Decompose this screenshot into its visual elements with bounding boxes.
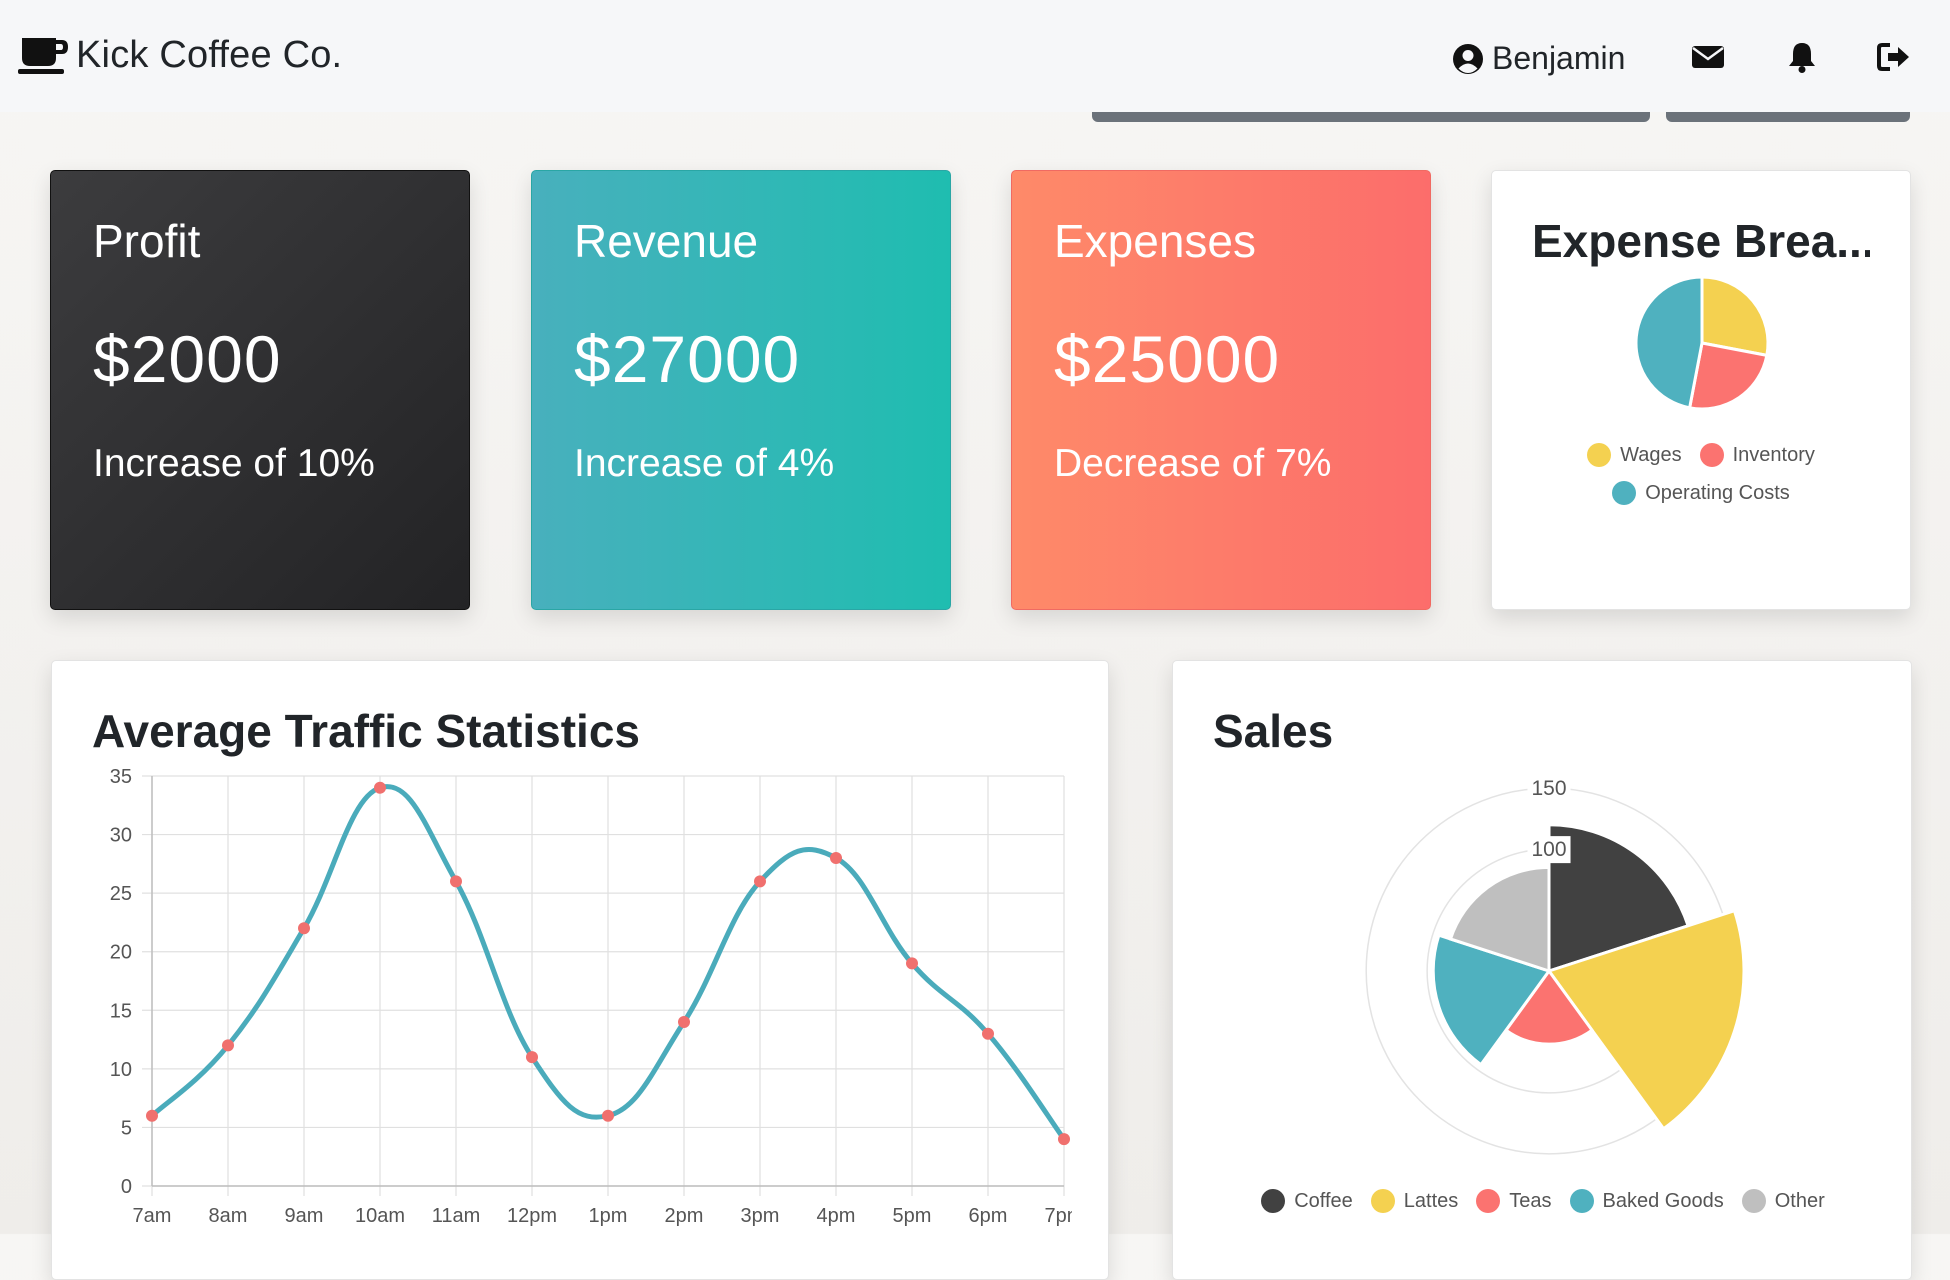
legend-swatch bbox=[1476, 1189, 1501, 1213]
x-tick-label: 6pm bbox=[969, 1205, 1008, 1227]
expense-legend-wages[interactable]: Wages bbox=[1587, 443, 1682, 467]
sales-card: Sales 100 150 Coffee Lattes Teas Baked Goods… bbox=[1172, 660, 1912, 1280]
envelope-icon[interactable] bbox=[1690, 40, 1726, 74]
traffic-point-10am[interactable] bbox=[374, 781, 386, 794]
traffic-point-3pm[interactable] bbox=[754, 875, 766, 888]
sales-legend-teas[interactable]: Teas bbox=[1476, 1189, 1552, 1213]
sign-out-icon[interactable] bbox=[1876, 40, 1912, 74]
x-tick-label: 7pm bbox=[1045, 1205, 1072, 1227]
nav-tab-hint[interactable] bbox=[1092, 112, 1650, 122]
y-tick-label: 10 bbox=[110, 1059, 132, 1081]
x-tick-label: 7am bbox=[133, 1205, 172, 1227]
traffic-point-8am[interactable] bbox=[222, 1039, 234, 1052]
legend-label: Other bbox=[1774, 1189, 1825, 1212]
traffic-point-2pm[interactable] bbox=[678, 1016, 690, 1028]
traffic-title: Average Traffic Statistics bbox=[92, 705, 640, 757]
legend-label: Inventory bbox=[1732, 443, 1815, 466]
sales-polar-chart[interactable]: 100 150 bbox=[1213, 761, 1873, 1181]
y-tick-label: 5 bbox=[121, 1117, 132, 1139]
user-name: Benjamin bbox=[1492, 40, 1626, 76]
legend-label: Coffee bbox=[1294, 1189, 1353, 1212]
coffee-cup-icon bbox=[18, 37, 68, 74]
sales-legend-coffee[interactable]: Coffee bbox=[1261, 1189, 1353, 1213]
x-tick-label: 1pm bbox=[589, 1205, 628, 1227]
x-tick-label: 3pm bbox=[741, 1205, 780, 1227]
radial-tick-label: 100 bbox=[1531, 838, 1566, 861]
expense-breakdown-title: Expense Brea... bbox=[1532, 215, 1870, 267]
x-tick-label: 4pm bbox=[817, 1205, 856, 1227]
sales-title: Sales bbox=[1213, 705, 1334, 757]
revenue-value: $27000 bbox=[574, 322, 801, 396]
traffic-point-12pm[interactable] bbox=[526, 1051, 538, 1064]
expense-pie-chart[interactable] bbox=[1532, 275, 1872, 425]
expenses-value: $25000 bbox=[1054, 322, 1281, 396]
traffic-point-1pm[interactable] bbox=[602, 1109, 614, 1122]
user-menu[interactable]: Benjamin bbox=[1452, 40, 1625, 77]
x-tick-label: 12pm bbox=[507, 1205, 557, 1227]
legend-swatch bbox=[1370, 1189, 1395, 1213]
traffic-point-5pm[interactable] bbox=[906, 957, 918, 970]
chart-grid bbox=[142, 775, 1065, 1196]
sales-legend: Coffee Lattes Teas Baked Goods Other bbox=[1173, 1189, 1913, 1227]
brand[interactable]: Kick Coffee Co. bbox=[18, 34, 342, 77]
y-tick-label: 25 bbox=[110, 883, 132, 905]
profit-title: Profit bbox=[93, 215, 201, 267]
traffic-point-4pm[interactable] bbox=[830, 852, 842, 864]
nav-tab-hint[interactable] bbox=[1666, 112, 1910, 122]
sales-legend-lattes[interactable]: Lattes bbox=[1370, 1189, 1459, 1213]
brand-name: Kick Coffee Co. bbox=[76, 34, 343, 76]
x-tick-label: 10am bbox=[355, 1205, 405, 1227]
legend-swatch bbox=[1741, 1189, 1766, 1213]
expenses-card: Expenses $25000 Decrease of 7% bbox=[1011, 170, 1431, 610]
revenue-card: Revenue $27000 Increase of 4% bbox=[531, 170, 951, 610]
legend-swatch bbox=[1612, 481, 1637, 505]
legend-label: Operating Costs bbox=[1645, 481, 1790, 504]
sales-legend-other[interactable]: Other bbox=[1741, 1189, 1825, 1213]
x-tick-label: 11am bbox=[432, 1205, 481, 1227]
expense-legend-inventory[interactable]: Inventory bbox=[1699, 443, 1815, 467]
y-tick-label: 20 bbox=[110, 942, 132, 964]
legend-swatch bbox=[1699, 443, 1724, 467]
traffic-point-7pm[interactable] bbox=[1058, 1133, 1070, 1146]
traffic-point-7am[interactable] bbox=[146, 1109, 158, 1122]
traffic-point-9am[interactable] bbox=[298, 922, 310, 935]
legend-label: Baked Goods bbox=[1602, 1189, 1724, 1212]
profit-card: Profit $2000 Increase of 10% bbox=[50, 170, 470, 610]
traffic-card: Average Traffic Statistics 0 5 10 15 20 25 30 3… bbox=[51, 660, 1109, 1280]
revenue-change: Increase of 4% bbox=[574, 442, 835, 485]
traffic-line-chart[interactable]: 0 5 10 15 20 25 30 35 7am 8am 9am 10am 11am 12pm 1pm 2p… bbox=[92, 761, 1072, 1241]
expenses-title: Expenses bbox=[1054, 215, 1257, 267]
legend-swatch bbox=[1261, 1189, 1286, 1213]
legend-label: Wages bbox=[1620, 443, 1682, 466]
bell-icon[interactable] bbox=[1784, 40, 1820, 74]
traffic-point-11am[interactable] bbox=[450, 875, 462, 888]
legend-swatch bbox=[1587, 443, 1612, 467]
expense-legend: Wages Inventory Operating Costs bbox=[1532, 443, 1870, 519]
x-tick-label: 2pm bbox=[665, 1205, 704, 1227]
radial-tick-label: 150 bbox=[1531, 777, 1566, 800]
user-circle-icon bbox=[1453, 43, 1483, 74]
sales-legend-baked-goods[interactable]: Baked Goods bbox=[1569, 1189, 1724, 1213]
expense-breakdown-card: Expense Brea... Wages Inventory Operating … bbox=[1491, 170, 1911, 610]
pie-slice-operating-costs[interactable] bbox=[1634, 275, 1704, 410]
profit-value: $2000 bbox=[93, 322, 282, 396]
x-tick-label: 8am bbox=[209, 1205, 248, 1227]
y-tick-label: 0 bbox=[121, 1176, 132, 1198]
legend-label: Teas bbox=[1509, 1189, 1552, 1212]
y-tick-label: 15 bbox=[110, 1000, 132, 1022]
expenses-change: Decrease of 7% bbox=[1054, 442, 1332, 485]
top-navbar: Kick Coffee Co. Benjamin bbox=[0, 0, 1950, 112]
y-tick-label: 35 bbox=[110, 766, 132, 788]
traffic-point-6pm[interactable] bbox=[982, 1027, 994, 1040]
legend-swatch bbox=[1569, 1189, 1594, 1213]
x-tick-label: 9am bbox=[285, 1205, 324, 1227]
y-tick-label: 30 bbox=[110, 825, 132, 847]
x-tick-label: 5pm bbox=[893, 1205, 932, 1227]
expense-legend-operating-costs[interactable]: Operating Costs bbox=[1612, 481, 1790, 505]
profit-change: Increase of 10% bbox=[93, 442, 375, 485]
revenue-title: Revenue bbox=[574, 215, 759, 267]
legend-label: Lattes bbox=[1403, 1189, 1459, 1212]
